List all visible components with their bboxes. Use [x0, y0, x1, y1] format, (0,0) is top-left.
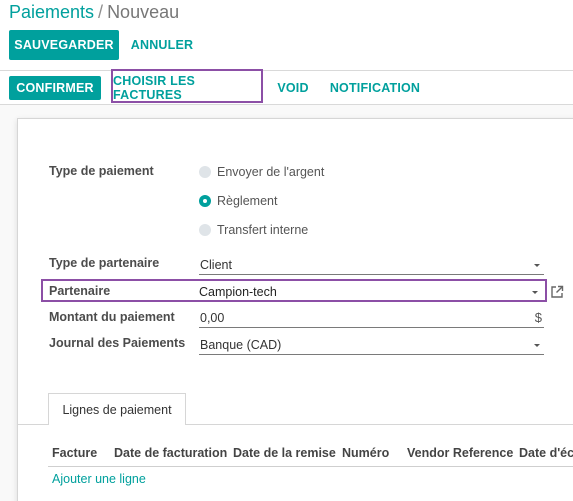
radio-internal-transfer-label: Transfert interne: [217, 223, 309, 237]
discard-button[interactable]: ANNULER: [126, 30, 198, 60]
amount-value: 0,00: [200, 310, 225, 325]
column-header-due-date[interactable]: Date de la remise: [233, 446, 336, 460]
radio-internal-transfer[interactable]: Transfert interne: [199, 221, 308, 239]
partner-type-label: Type de partenaire: [49, 256, 160, 270]
confirm-button[interactable]: CONFIRMER: [9, 76, 101, 100]
radio-unchecked-icon: [199, 166, 211, 178]
void-button[interactable]: VOID: [272, 76, 314, 100]
notification-button[interactable]: NOTIFICATION: [326, 76, 424, 100]
column-header-vendor-reference[interactable]: Vendor Reference: [407, 446, 513, 460]
partner-type-select[interactable]: Client: [199, 255, 544, 275]
radio-checked-icon: [199, 195, 211, 207]
breadcrumb-separator: /: [98, 2, 104, 22]
radio-receive-money-label: Règlement: [217, 194, 278, 208]
journal-select[interactable]: Banque (CAD): [199, 335, 544, 355]
statusbar: CONFIRMER CHOISIR LES FACTURES VOID NOTI…: [0, 71, 573, 105]
chevron-down-icon: [534, 344, 540, 347]
amount-input[interactable]: 0,00 $: [199, 308, 544, 328]
chevron-down-icon: [534, 264, 540, 267]
choose-invoices-highlight: [111, 69, 263, 103]
journal-value: Banque (CAD): [200, 337, 282, 352]
radio-send-money[interactable]: Envoyer de l'argent: [199, 163, 324, 181]
breadcrumb-current: Nouveau: [107, 2, 180, 22]
partner-type-value: Client: [200, 257, 232, 272]
table-header-divider: [48, 466, 573, 467]
radio-send-money-label: Envoyer de l'argent: [217, 165, 325, 179]
column-header-date-overflow[interactable]: Date d'éc: [519, 446, 573, 460]
payment-type-label: Type de paiement: [49, 164, 154, 178]
save-button[interactable]: SAUVEGARDER: [9, 30, 119, 60]
external-link-icon[interactable]: [550, 285, 564, 299]
partner-highlight: [41, 279, 547, 302]
control-panel: Paiements / Nouveau SAUVEGARDER ANNULER: [0, 0, 573, 71]
currency-symbol: $: [534, 310, 542, 325]
add-line-link[interactable]: Ajouter une ligne: [52, 472, 146, 486]
column-header-invoice-date[interactable]: Date de facturation: [114, 446, 227, 460]
tab-payment-lines[interactable]: Lignes de paiement: [48, 393, 186, 425]
radio-unchecked-icon: [199, 224, 211, 236]
radio-receive-money[interactable]: Règlement: [199, 192, 277, 210]
column-header-invoice[interactable]: Facture: [52, 446, 97, 460]
column-header-number[interactable]: Numéro: [342, 446, 389, 460]
journal-label: Journal des Paiements: [49, 336, 186, 350]
breadcrumb-root[interactable]: Paiements: [9, 2, 94, 22]
amount-label: Montant du paiement: [49, 310, 175, 324]
breadcrumb: Paiements / Nouveau: [9, 2, 179, 23]
